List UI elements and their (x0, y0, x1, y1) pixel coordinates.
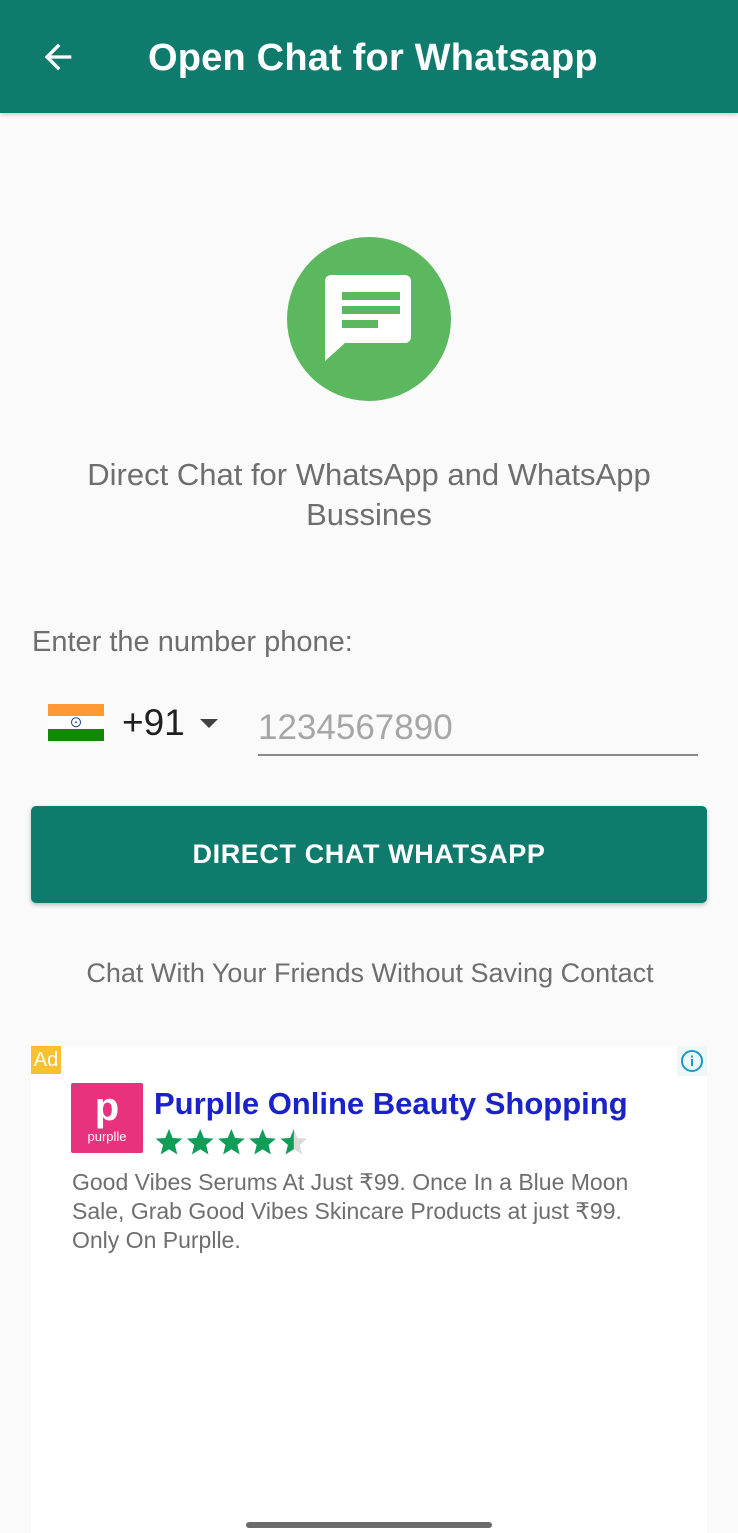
star-filled-icon (249, 1129, 276, 1155)
ad-info-button[interactable] (677, 1046, 707, 1076)
country-code-label: +91 (122, 702, 185, 743)
direct-chat-button[interactable]: DIRECT CHAT WHATSAPP (31, 806, 707, 903)
back-button[interactable] (30, 32, 86, 82)
star-rating (154, 1128, 324, 1158)
star-filled-icon (218, 1129, 245, 1155)
arrow-left-icon (44, 43, 72, 71)
ad-badge: Ad (31, 1046, 61, 1074)
star-filled-icon (155, 1129, 183, 1155)
india-flag-icon (48, 704, 104, 741)
logo-letter: p (94, 1085, 120, 1129)
hero-subtitle: Direct Chat for WhatsApp and WhatsApp Bu… (87, 457, 651, 532)
ad-banner[interactable]: Ad p purplle Purplle Online Beauty Shopp… (31, 1046, 707, 1533)
country-code-picker[interactable]: +91 (40, 695, 240, 755)
ad-description: Good Vibes Serums At Just ₹99. Once In a… (72, 1169, 629, 1253)
chat-message-icon (325, 275, 411, 361)
gesture-nav-handle[interactable] (246, 1522, 492, 1528)
page-title: Open Chat for Whatsapp (148, 37, 598, 79)
dropdown-arrow-icon (200, 719, 218, 728)
app-bar: Open Chat for Whatsapp (0, 0, 738, 113)
phone-label: Enter the number phone: (32, 626, 353, 658)
logo-brand-name: purplle (87, 1129, 127, 1144)
ad-title[interactable]: Purplle Online Beauty Shopping (154, 1086, 628, 1122)
app-logo (287, 237, 451, 401)
advertiser-logo: p purplle (71, 1083, 143, 1153)
tagline: Chat With Your Friends Without Saving Co… (86, 958, 654, 988)
info-icon (681, 1050, 703, 1072)
star-filled-icon (186, 1129, 214, 1155)
phone-number-input[interactable] (258, 702, 698, 756)
